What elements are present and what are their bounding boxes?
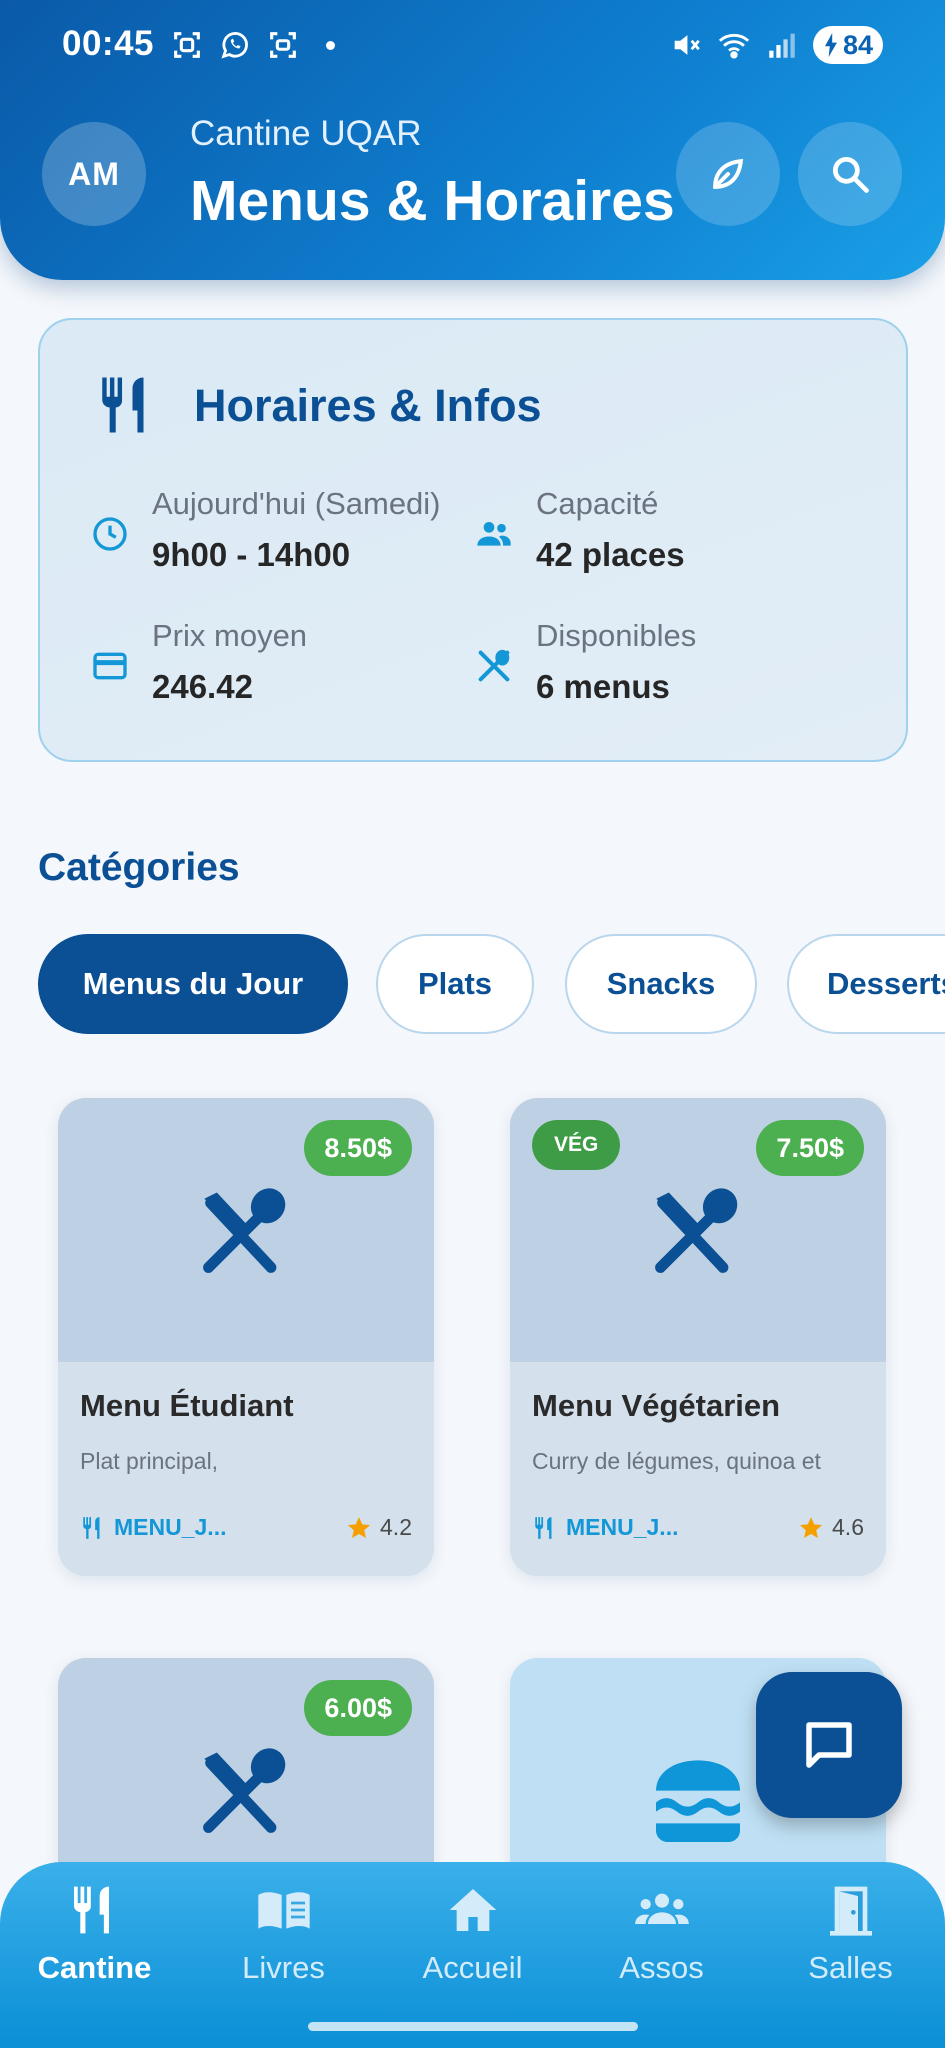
restaurant-icon bbox=[102, 377, 144, 433]
info-value: 42 places bbox=[536, 536, 685, 573]
chip-menus-du-jour[interactable]: Menus du Jour bbox=[38, 934, 348, 1034]
credit-card-icon bbox=[93, 652, 127, 680]
restaurant-menu-icon bbox=[655, 1188, 738, 1273]
more-notifications-dot bbox=[326, 40, 335, 50]
groups-icon bbox=[634, 1893, 689, 1924]
menu-category-label: MENU_J... bbox=[566, 1514, 679, 1540]
info-label: Aujourd'hui (Samedi) bbox=[152, 486, 441, 521]
menu-card-etudiant[interactable]: 8.50$ Menu Étudiant Plat principal, MENU… bbox=[58, 1098, 434, 1576]
info-average-price: Prix moyen 246.42 bbox=[90, 618, 470, 718]
search-icon bbox=[832, 156, 869, 193]
burger-icon bbox=[656, 1760, 740, 1842]
door-icon bbox=[829, 1886, 872, 1936]
system-icons: 84 bbox=[669, 26, 883, 64]
category-chips: Menus du Jour Plats Snacks Desserts bbox=[38, 934, 945, 1036]
screenshot-icon bbox=[174, 32, 200, 58]
restaurant-menu-icon bbox=[203, 1748, 286, 1833]
menu-name: Menu Étudiant bbox=[80, 1388, 294, 1423]
battery-level: 84 bbox=[842, 29, 873, 60]
home-indicator[interactable] bbox=[308, 2022, 638, 2031]
restaurant-menu-icon bbox=[203, 1188, 286, 1273]
info-label: Prix moyen bbox=[152, 618, 308, 653]
menu-description: Curry de légumes, quinoa et bbox=[532, 1448, 821, 1474]
user-avatar[interactable]: AM bbox=[42, 122, 146, 226]
menu-category: MENU_J... bbox=[532, 1514, 678, 1541]
star-icon bbox=[347, 1516, 371, 1538]
hours-info-card: Horaires & Infos Aujourd'hui (Samedi) 9h… bbox=[38, 318, 908, 762]
price-badge: 7.50$ bbox=[756, 1120, 864, 1176]
chip-desserts[interactable]: Desserts bbox=[787, 934, 945, 1034]
utensils-icon bbox=[478, 649, 510, 682]
clock-icon bbox=[93, 517, 127, 551]
info-value: 246.42 bbox=[152, 668, 253, 705]
page-title: Menus & Horaires bbox=[190, 169, 675, 233]
scan-icon bbox=[270, 32, 296, 58]
info-value: 9h00 - 14h00 bbox=[152, 536, 351, 573]
nav-label: Cantine bbox=[37, 1950, 152, 1985]
chat-fab-button[interactable] bbox=[756, 1672, 902, 1818]
chip-snacks[interactable]: Snacks bbox=[565, 934, 757, 1034]
app-header: 00:45 84 AM Cantine UQAR Menus & Horaire… bbox=[0, 0, 945, 280]
nav-label: Assos bbox=[619, 1950, 704, 1985]
menu-image: VÉG 7.50$ bbox=[510, 1098, 886, 1362]
bottom-navigation: Cantine Livres Accueil Assos Salles bbox=[0, 1862, 945, 2048]
restaurant-icon bbox=[73, 1886, 109, 1934]
info-label: Disponibles bbox=[536, 618, 697, 653]
charging-icon bbox=[824, 33, 837, 57]
info-label: Capacité bbox=[536, 486, 659, 521]
nav-cantine[interactable]: Cantine bbox=[0, 1882, 189, 2012]
chip-plats[interactable]: Plats bbox=[376, 934, 534, 1034]
nav-assos[interactable]: Assos bbox=[567, 1882, 756, 2012]
notification-icons bbox=[170, 28, 335, 62]
battery-indicator: 84 bbox=[812, 26, 883, 64]
info-card-title: Horaires & Infos bbox=[194, 380, 542, 431]
status-bar: 00:45 84 bbox=[0, 0, 945, 92]
search-button[interactable] bbox=[798, 122, 902, 226]
wifi-icon bbox=[718, 33, 750, 59]
info-value: 6 menus bbox=[536, 668, 670, 705]
home-icon bbox=[449, 1889, 496, 1931]
menu-category: MENU_J... bbox=[80, 1514, 226, 1541]
menu-name: Menu Végétarien bbox=[532, 1388, 781, 1423]
people-icon bbox=[477, 522, 511, 546]
info-today-hours: Aujourd'hui (Samedi) 9h00 - 14h00 bbox=[90, 486, 470, 586]
rating-value: 4.6 bbox=[832, 1514, 864, 1540]
restaurant-icon bbox=[535, 1516, 552, 1539]
nav-label: Salles bbox=[808, 1950, 893, 1985]
header-subtitle: Cantine UQAR bbox=[190, 114, 422, 153]
book-icon bbox=[257, 1892, 310, 1929]
status-time: 00:45 bbox=[62, 24, 155, 63]
signal-icon bbox=[769, 33, 795, 58]
whatsapp-icon bbox=[221, 32, 248, 59]
categories-title: Catégories bbox=[38, 846, 240, 889]
chat-icon bbox=[806, 1722, 852, 1768]
menu-rating: 4.6 bbox=[798, 1514, 864, 1541]
menu-card-vegetarien[interactable]: VÉG 7.50$ Menu Végétarien Curry de légum… bbox=[510, 1098, 886, 1576]
star-icon bbox=[799, 1516, 823, 1538]
restaurant-icon bbox=[83, 1516, 100, 1539]
menu-category-label: MENU_J... bbox=[114, 1514, 227, 1540]
menu-description: Plat principal, bbox=[80, 1448, 219, 1474]
vegetarian-badge: VÉG bbox=[532, 1120, 621, 1170]
price-badge: 6.00$ bbox=[304, 1680, 412, 1736]
price-badge: 8.50$ bbox=[304, 1120, 412, 1176]
rating-value: 4.2 bbox=[380, 1514, 412, 1540]
nav-livres[interactable]: Livres bbox=[189, 1882, 378, 2012]
info-available: Disponibles 6 menus bbox=[474, 618, 854, 718]
menu-rating: 4.2 bbox=[346, 1514, 412, 1541]
leaf-icon bbox=[713, 158, 744, 189]
nav-accueil[interactable]: Accueil bbox=[378, 1882, 567, 2012]
info-capacity: Capacité 42 places bbox=[474, 486, 854, 586]
nav-label: Livres bbox=[242, 1950, 325, 1985]
eco-button[interactable] bbox=[676, 122, 780, 226]
mute-icon bbox=[674, 35, 700, 55]
nav-salles[interactable]: Salles bbox=[756, 1882, 945, 2012]
menu-image: 8.50$ bbox=[58, 1098, 434, 1362]
nav-label: Accueil bbox=[422, 1950, 523, 1985]
